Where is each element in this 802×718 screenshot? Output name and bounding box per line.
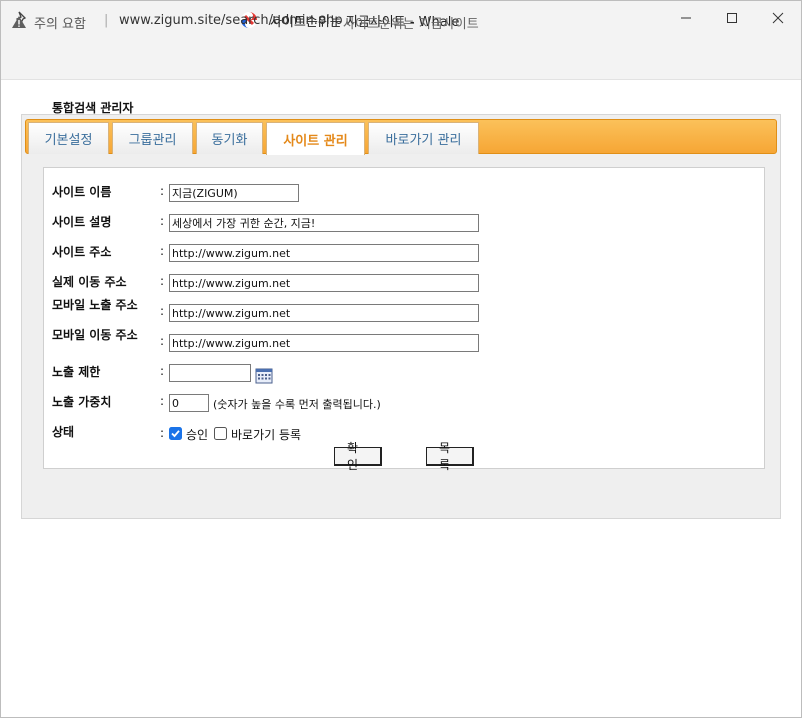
mobile-display-url-label: 모바일 노출 주소 bbox=[52, 298, 138, 312]
warning-icon[interactable] bbox=[11, 15, 27, 29]
site-desc-label: 사이트 설명 bbox=[52, 215, 112, 229]
status-label: 상태 bbox=[52, 425, 75, 439]
approve-label: 승인 bbox=[186, 428, 209, 442]
maximize-icon bbox=[727, 13, 737, 23]
minimize-button[interactable] bbox=[674, 8, 698, 28]
colon: : bbox=[160, 244, 165, 258]
site-name-input[interactable] bbox=[169, 184, 299, 202]
tab-basic-settings[interactable]: 기본설정 bbox=[28, 122, 109, 154]
minimize-icon bbox=[681, 17, 691, 19]
shortcut-checkbox[interactable] bbox=[214, 427, 227, 440]
approve-checkbox[interactable] bbox=[169, 427, 182, 440]
address-bar[interactable] bbox=[0, 38, 802, 80]
site-url-label: 사이트 주소 bbox=[52, 245, 112, 259]
security-warning-text[interactable]: 주의 요함 bbox=[34, 13, 86, 32]
tab-shortcut-management[interactable]: 바로가기 관리 bbox=[368, 122, 479, 154]
tab-site-management[interactable]: 사이트 관리 bbox=[266, 122, 365, 155]
maximize-button[interactable] bbox=[720, 8, 744, 28]
mobile-move-url-input[interactable] bbox=[169, 334, 479, 352]
real-url-input[interactable] bbox=[169, 274, 479, 292]
confirm-button[interactable]: 확인 bbox=[334, 441, 382, 472]
mobile-display-url-input[interactable] bbox=[169, 304, 479, 322]
colon: : bbox=[160, 214, 165, 228]
exposure-limit-input[interactable] bbox=[169, 364, 251, 382]
tab-sync[interactable]: 동기화 bbox=[196, 122, 263, 154]
real-url-label: 실제 이동 주소 bbox=[52, 275, 127, 289]
calendar-icon[interactable] bbox=[255, 367, 273, 384]
list-button[interactable]: 목록 bbox=[426, 441, 474, 472]
address-url[interactable]: www.zigum.site/search/admin.php bbox=[119, 13, 343, 28]
site-name-label: 사이트 이름 bbox=[52, 185, 112, 199]
close-icon bbox=[772, 12, 784, 24]
address-page-title: 사이트순위는 지금사이트 bbox=[343, 17, 479, 32]
colon: : bbox=[160, 274, 165, 288]
colon: : bbox=[160, 364, 165, 378]
tab-group-management[interactable]: 그룹관리 bbox=[112, 122, 193, 154]
mobile-move-url-label: 모바일 이동 주소 bbox=[52, 328, 138, 342]
exposure-weight-label: 노출 가중치 bbox=[52, 395, 112, 409]
colon: : bbox=[160, 426, 165, 440]
site-desc-input[interactable] bbox=[169, 214, 479, 232]
colon: : bbox=[160, 334, 165, 348]
exposure-weight-input[interactable] bbox=[169, 394, 209, 412]
shortcut-label: 바로가기 등록 bbox=[231, 428, 302, 442]
colon: : bbox=[160, 304, 165, 318]
address-separator: | bbox=[104, 13, 109, 28]
colon: : bbox=[160, 184, 165, 198]
exposure-weight-hint: (숫자가 높을 수록 먼저 출력됩니다.) bbox=[213, 398, 381, 411]
exposure-limit-label: 노출 제한 bbox=[52, 365, 101, 379]
close-button[interactable] bbox=[766, 8, 790, 28]
colon: : bbox=[160, 394, 165, 408]
site-url-input[interactable] bbox=[169, 244, 479, 262]
